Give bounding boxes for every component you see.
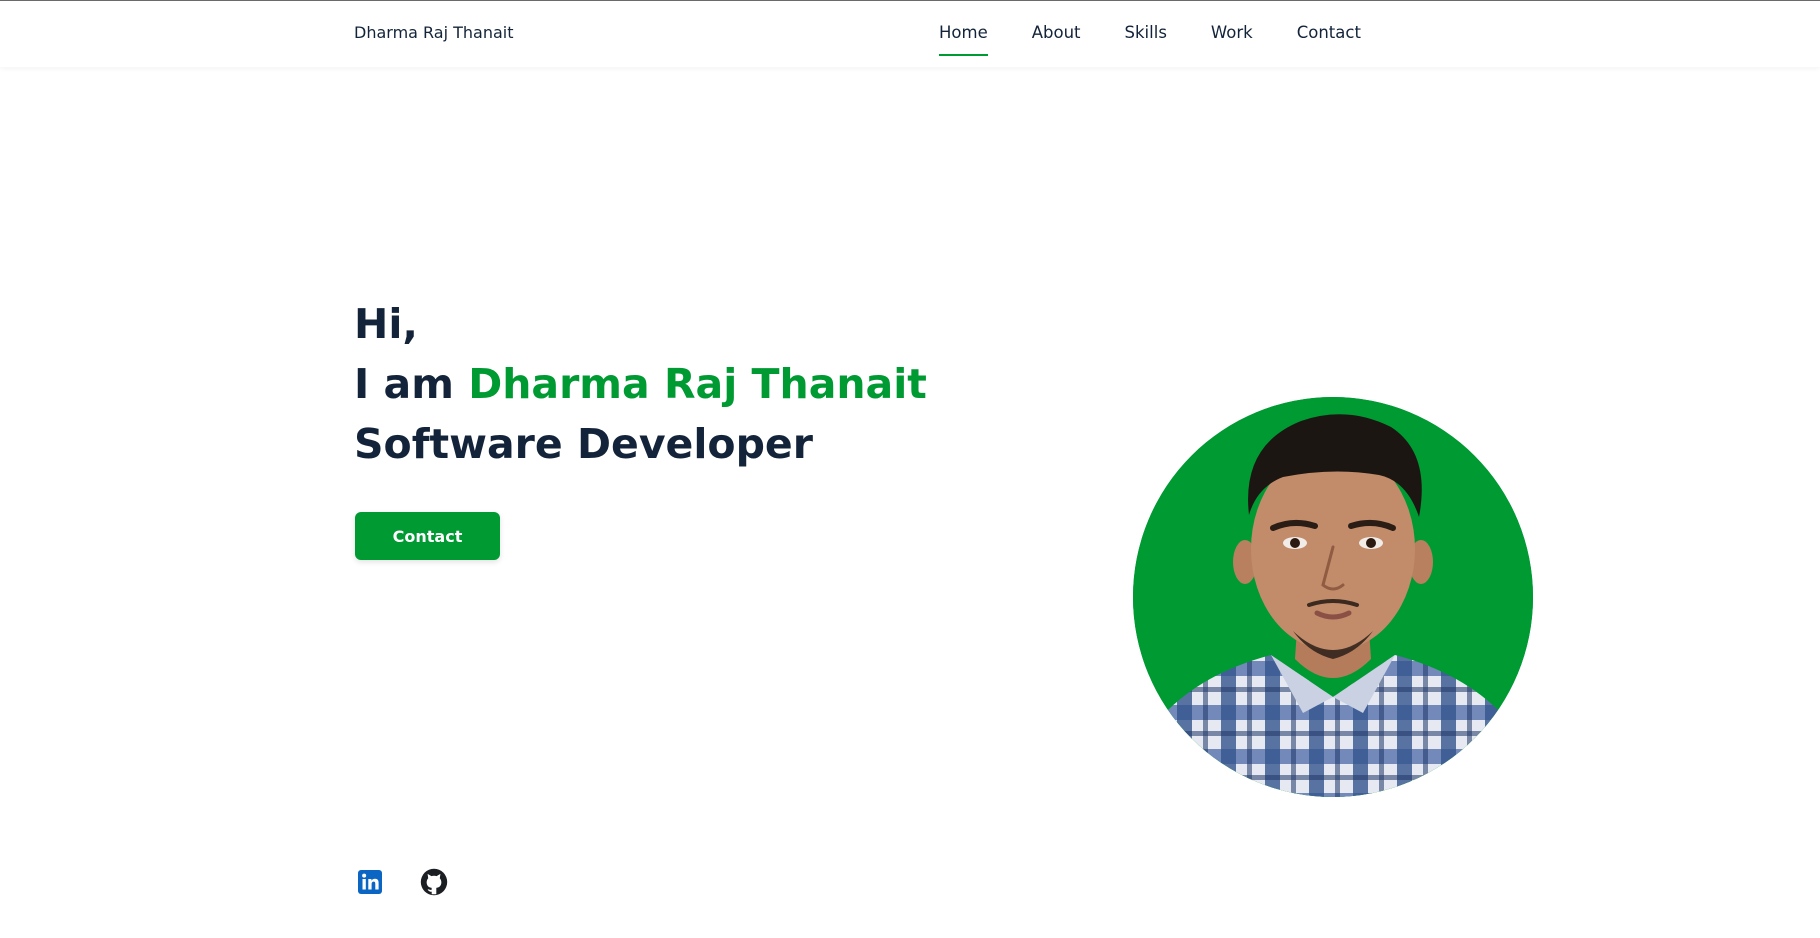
nav-skills[interactable]: Skills [1125,23,1167,56]
github-icon [420,868,448,896]
portrait-illustration [1133,397,1533,797]
hero-heading: Hi, I am Dharma Raj Thanait Software Dev… [354,294,927,474]
contact-button[interactable]: Contact [355,512,500,560]
main-navigation: Home About Skills Work Contact [939,23,1361,56]
linkedin-icon [358,870,382,894]
nav-about[interactable]: About [1032,23,1081,56]
hero-greeting: Hi, [354,300,418,348]
github-link[interactable] [419,867,449,897]
hero-role: Software Developer [354,420,813,468]
nav-home[interactable]: Home [939,23,988,56]
profile-photo [1133,397,1533,797]
site-logo[interactable]: Dharma Raj Thanait [354,23,514,42]
hero-name: Dharma Raj Thanait [468,360,927,408]
site-header: Dharma Raj Thanait Home About Skills Wor… [0,1,1820,67]
hero-intro: I am [354,360,469,408]
linkedin-link[interactable] [355,867,385,897]
nav-work[interactable]: Work [1211,23,1253,56]
hero-intro-line: I am Dharma Raj Thanait [354,354,927,414]
nav-contact[interactable]: Contact [1297,23,1361,56]
social-links [355,867,449,897]
